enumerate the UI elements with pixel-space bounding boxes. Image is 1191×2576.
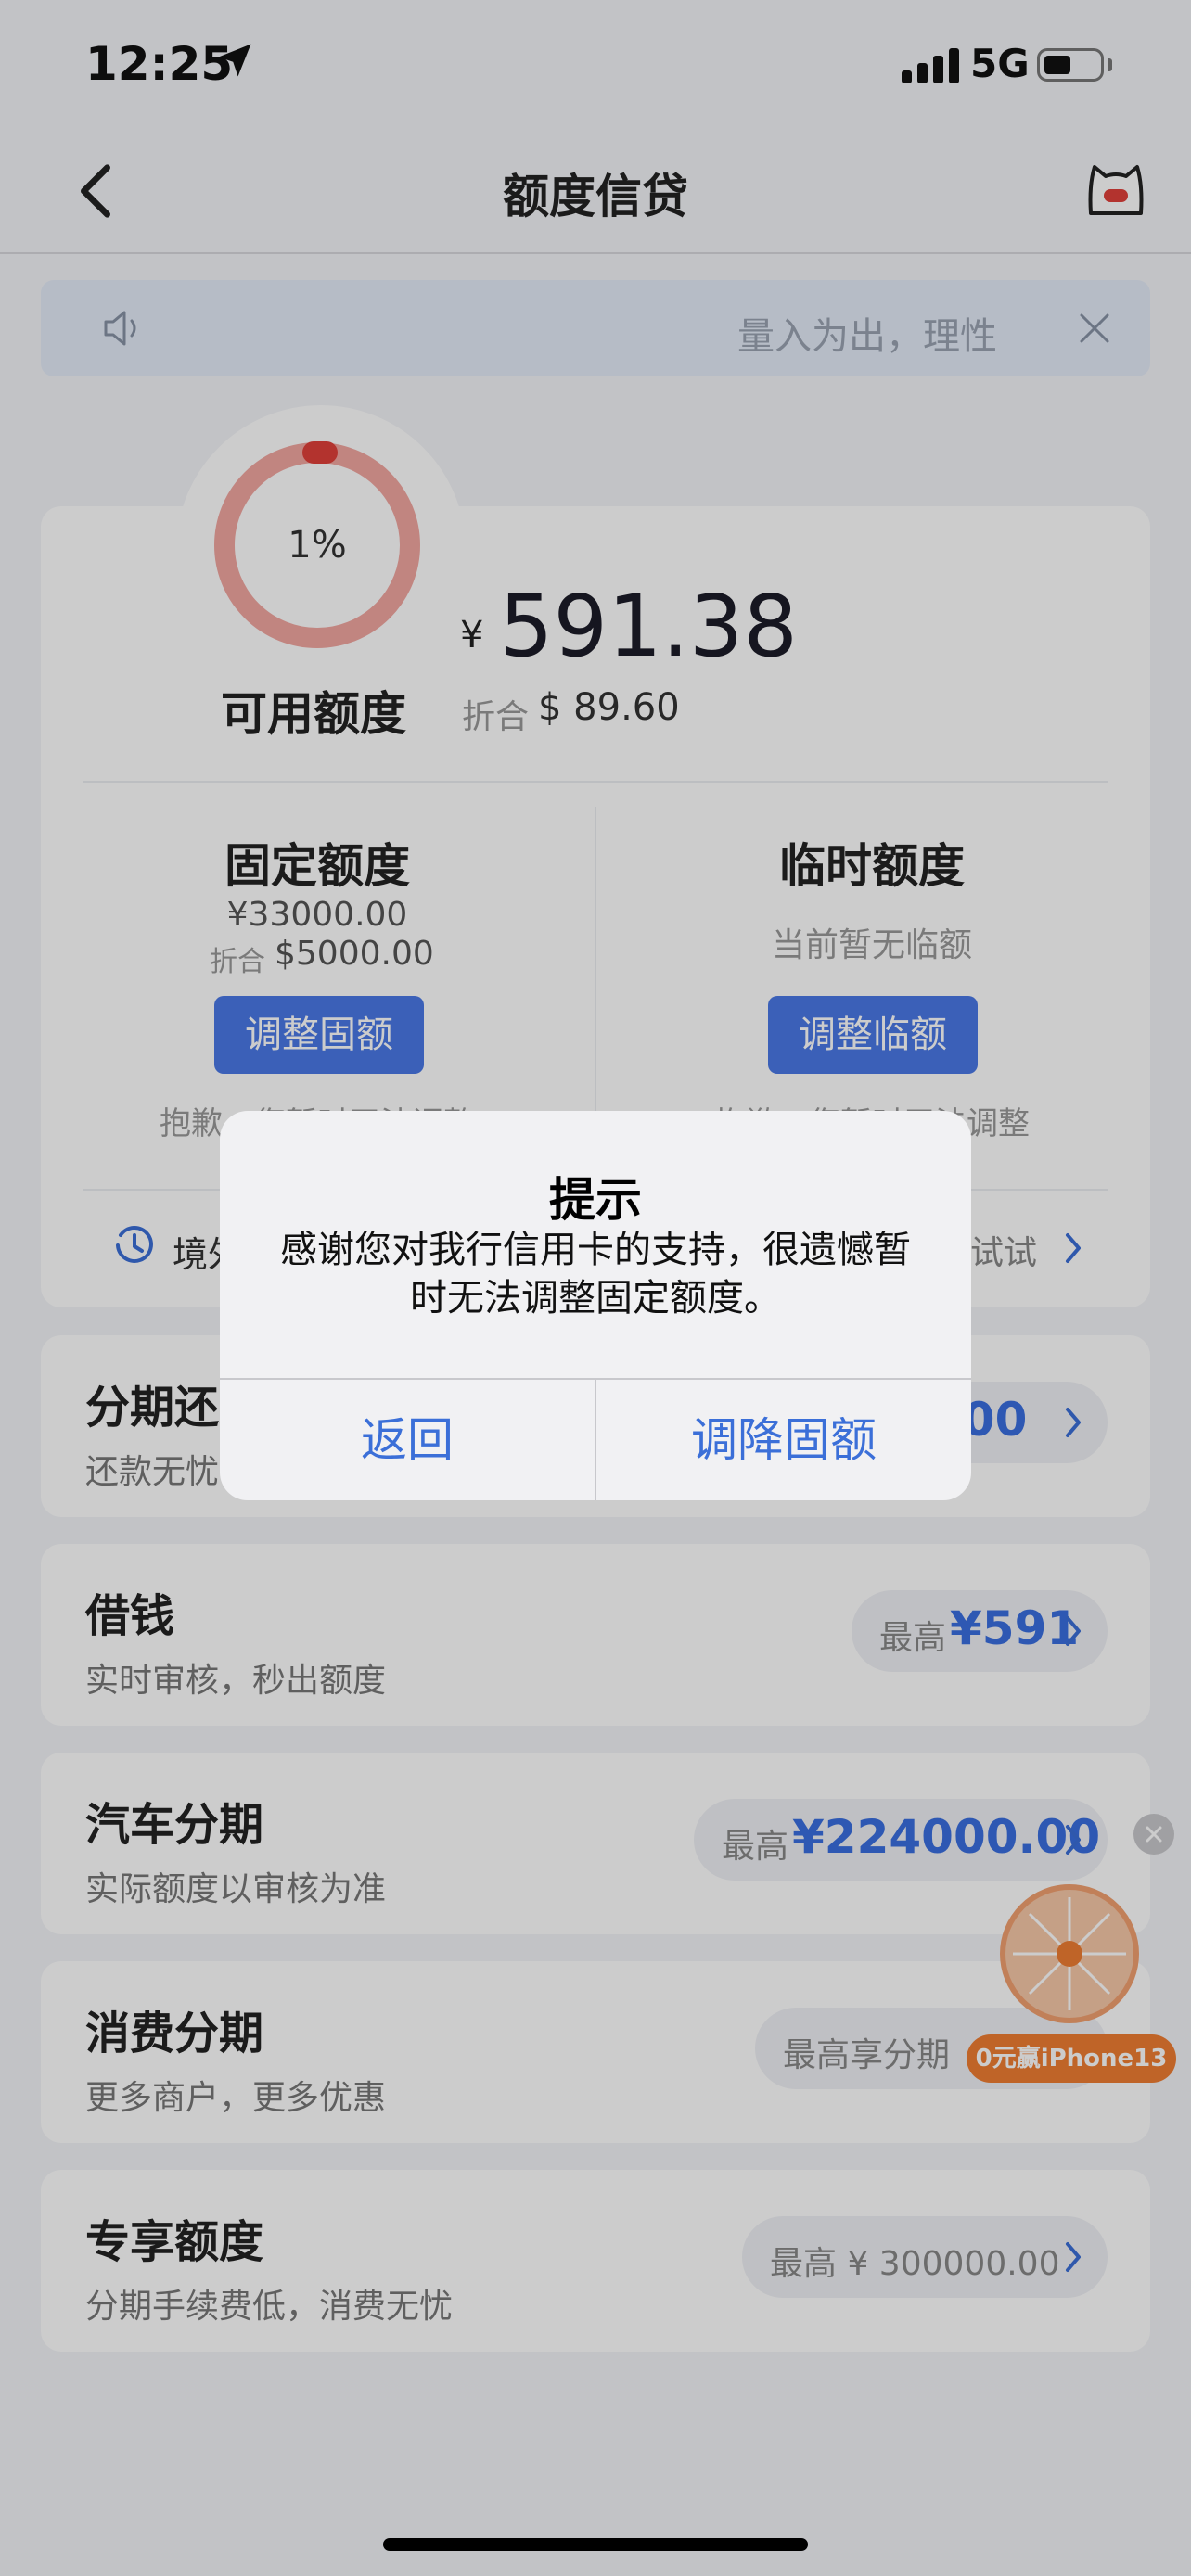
dialog-reduce-fixed-button[interactable]: 调降固额 (596, 1380, 971, 1500)
dialog-message: 感谢您对我行信用卡的支持，很遗憾暂时无法调整固定额度。 (280, 1229, 911, 1320)
dialog-back-button[interactable]: 返回 (220, 1380, 595, 1500)
dialog-title: 提示 (549, 1173, 642, 1227)
home-indicator (383, 2538, 808, 2551)
alert-dialog: 提示 感谢您对我行信用卡的支持，很遗憾暂时无法调整固定额度。 返回 调降固额 (220, 1111, 971, 1500)
